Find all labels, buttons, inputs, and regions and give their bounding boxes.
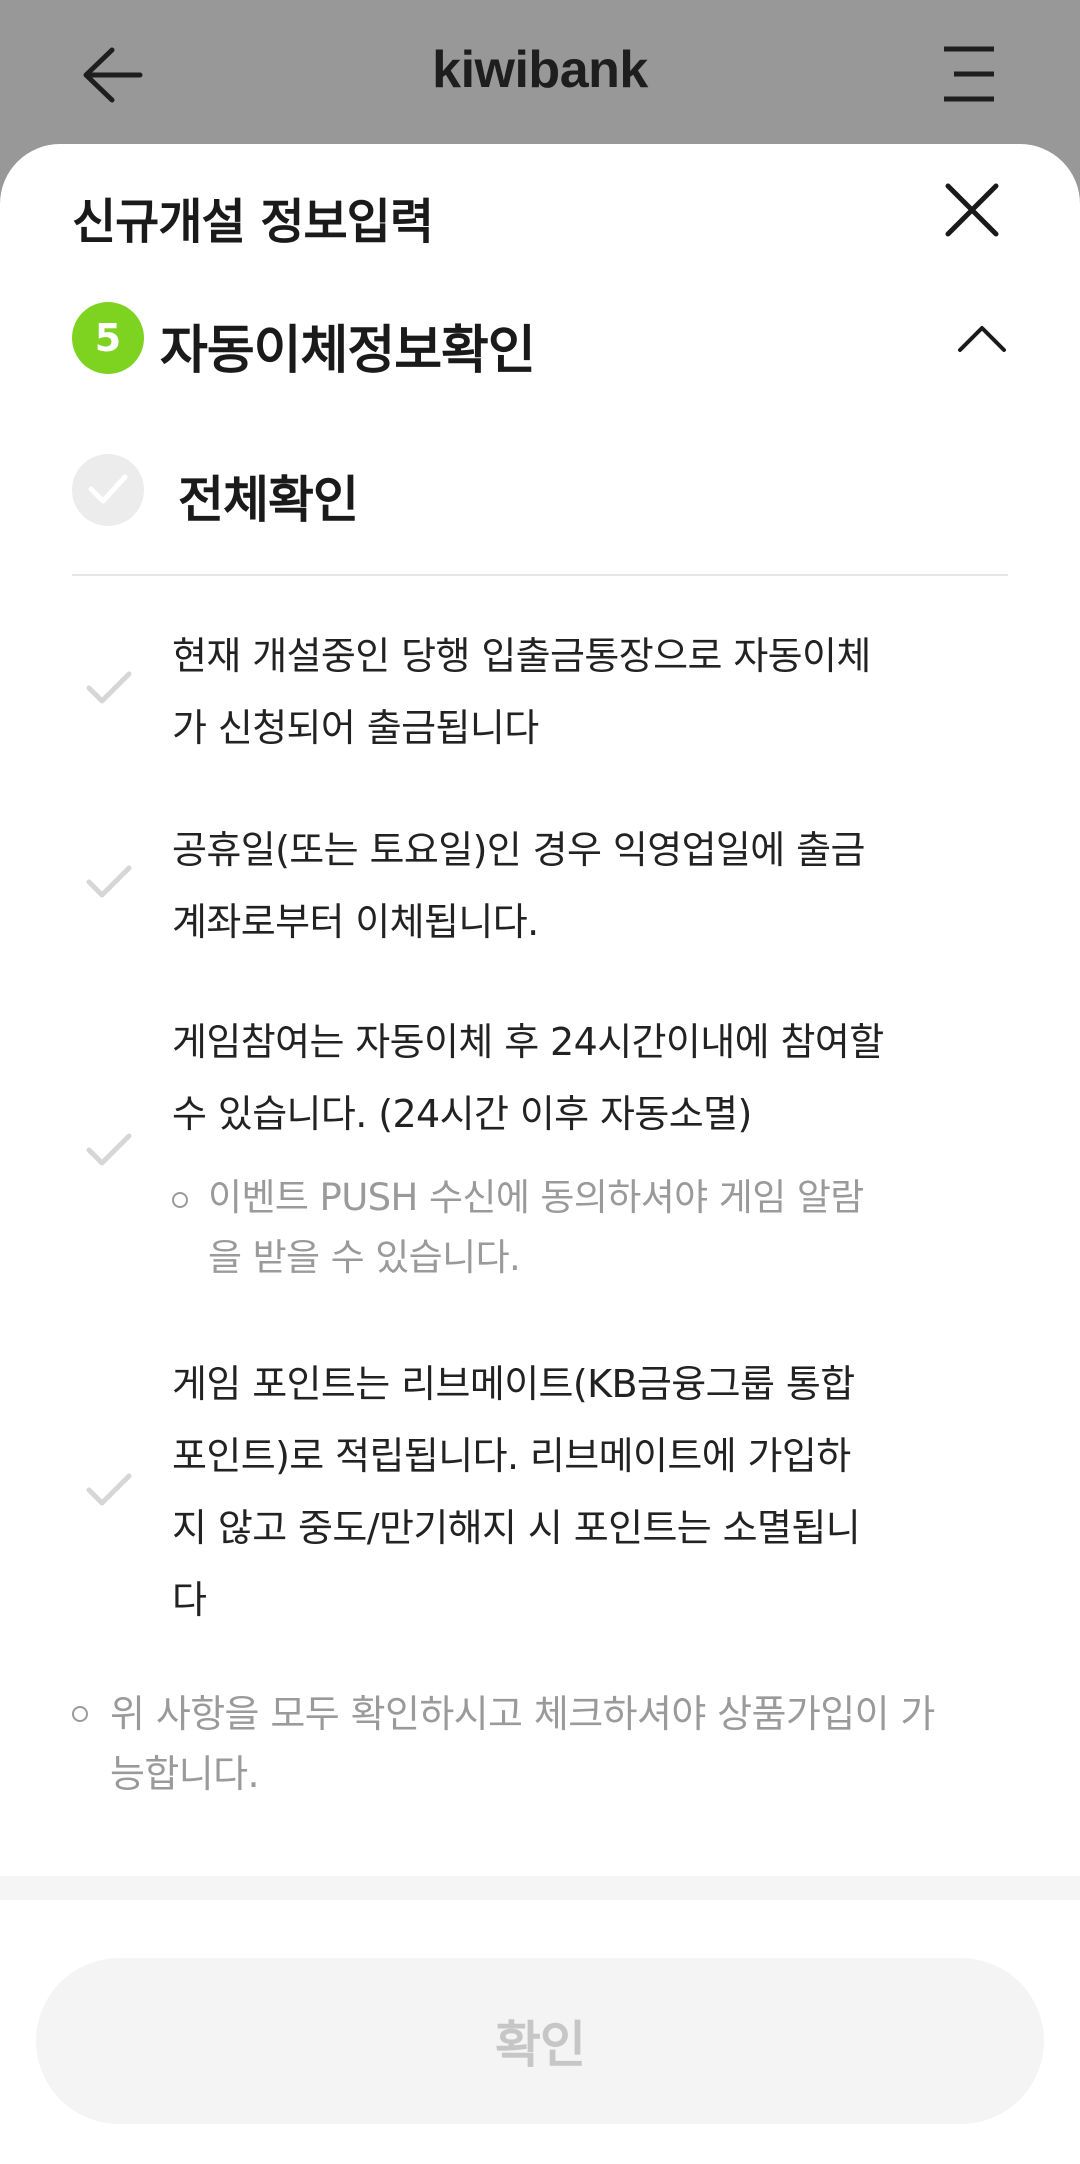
app-title: kiwibank <box>432 41 648 99</box>
item-line: 가 신청되어 출금됩니다 <box>172 706 539 750</box>
subnote-line: 이벤트 PUSH 수신에 동의하셔야 게임 알람 <box>208 1176 864 1219</box>
item-line: 포인트)로 적립됩니다. 리브메이트에 가입하 <box>172 1434 851 1478</box>
check-icon <box>88 474 128 504</box>
step-number-badge: 5 <box>72 302 144 374</box>
notice-line: 능합니다. <box>110 1752 260 1796</box>
all-check-label: 전체확인 <box>178 471 359 529</box>
all-check-row[interactable]: 전체확인 <box>72 450 1008 534</box>
sheet-title: 신규개설 정보입력 <box>72 194 434 250</box>
notice-text: 위 사항을 모두 확인하시고 체크하셔야 상품가입이 가 능합니다. <box>72 1684 1008 1804</box>
agreement-item[interactable]: 공휴일(또는 토요일)인 경우 익영업일에 출금 계좌로부터 이체됩니다. <box>72 814 1008 958</box>
screen: kiwibank 신규개설 정보입력 5 자동이체정보확인 전체확인 현재 개설… <box>0 0 1080 2164</box>
item-line: 지 않고 중도/만기해지 시 포인트는 소멸됩니 <box>172 1506 861 1550</box>
item-line: 현재 개설중인 당행 입출금통장으로 자동이체 <box>172 634 871 678</box>
check-icon[interactable] <box>86 864 132 900</box>
agreement-item[interactable]: 게임참여는 자동이체 후 24시간이내에 참여할 수 있습니다. (24시간 이… <box>72 1006 1008 1306</box>
step-header[interactable]: 5 자동이체정보확인 <box>72 300 1008 381</box>
item-text: 공휴일(또는 토요일)인 경우 익영업일에 출금 계좌로부터 이체됩니다. <box>172 814 962 958</box>
confirm-button[interactable]: 확인 <box>36 1958 1044 2124</box>
separator <box>0 1876 1080 1900</box>
item-subnote: 이벤트 PUSH 수신에 동의하셔야 게임 알람 을 받을 수 있습니다. <box>172 1168 962 1288</box>
bottom-action-bar: 확인 <box>0 1876 1080 2164</box>
check-icon[interactable] <box>86 670 132 706</box>
all-check-checkbox[interactable] <box>72 454 144 526</box>
check-icon[interactable] <box>86 1132 132 1168</box>
item-line: 공휴일(또는 토요일)인 경우 익영업일에 출금 <box>172 828 865 872</box>
agreement-item[interactable]: 게임 포인트는 리브메이트(KB금융그룹 통합 포인트)로 적립됩니다. 리브메… <box>72 1348 1008 1636</box>
check-icon[interactable] <box>86 1472 132 1508</box>
app-header: kiwibank <box>0 0 1080 150</box>
subnote-line: 을 받을 수 있습니다. <box>208 1236 521 1279</box>
bullet-icon <box>172 1192 188 1208</box>
item-line: 게임참여는 자동이체 후 24시간이내에 참여할 <box>172 1020 884 1064</box>
step-title: 자동이체정보확인 <box>160 321 536 381</box>
agreement-item[interactable]: 현재 개설중인 당행 입출금통장으로 자동이체 가 신청되어 출금됩니다 <box>72 620 1008 764</box>
divider <box>72 574 1008 576</box>
item-text: 현재 개설중인 당행 입출금통장으로 자동이체 가 신청되어 출금됩니다 <box>172 620 962 764</box>
item-text: 게임 포인트는 리브메이트(KB금융그룹 통합 포인트)로 적립됩니다. 리브메… <box>172 1348 962 1636</box>
item-line: 게임 포인트는 리브메이트(KB금융그룹 통합 <box>172 1362 855 1406</box>
item-line: 다 <box>172 1578 207 1622</box>
item-line: 계좌로부터 이체됩니다. <box>172 900 539 944</box>
item-line: 수 있습니다. (24시간 이후 자동소멸) <box>172 1092 752 1136</box>
chevron-up-icon[interactable] <box>956 318 1008 358</box>
bottom-sheet: 신규개설 정보입력 5 자동이체정보확인 전체확인 현재 개설중인 당행 입출금… <box>0 144 1080 2164</box>
notice-line: 위 사항을 모두 확인하시고 체크하셔야 상품가입이 가 <box>110 1692 935 1736</box>
item-text: 게임참여는 자동이체 후 24시간이내에 참여할 수 있습니다. (24시간 이… <box>172 1006 962 1150</box>
bullet-icon <box>72 1706 88 1722</box>
menu-icon[interactable] <box>938 44 1000 104</box>
close-icon[interactable] <box>944 182 1000 238</box>
